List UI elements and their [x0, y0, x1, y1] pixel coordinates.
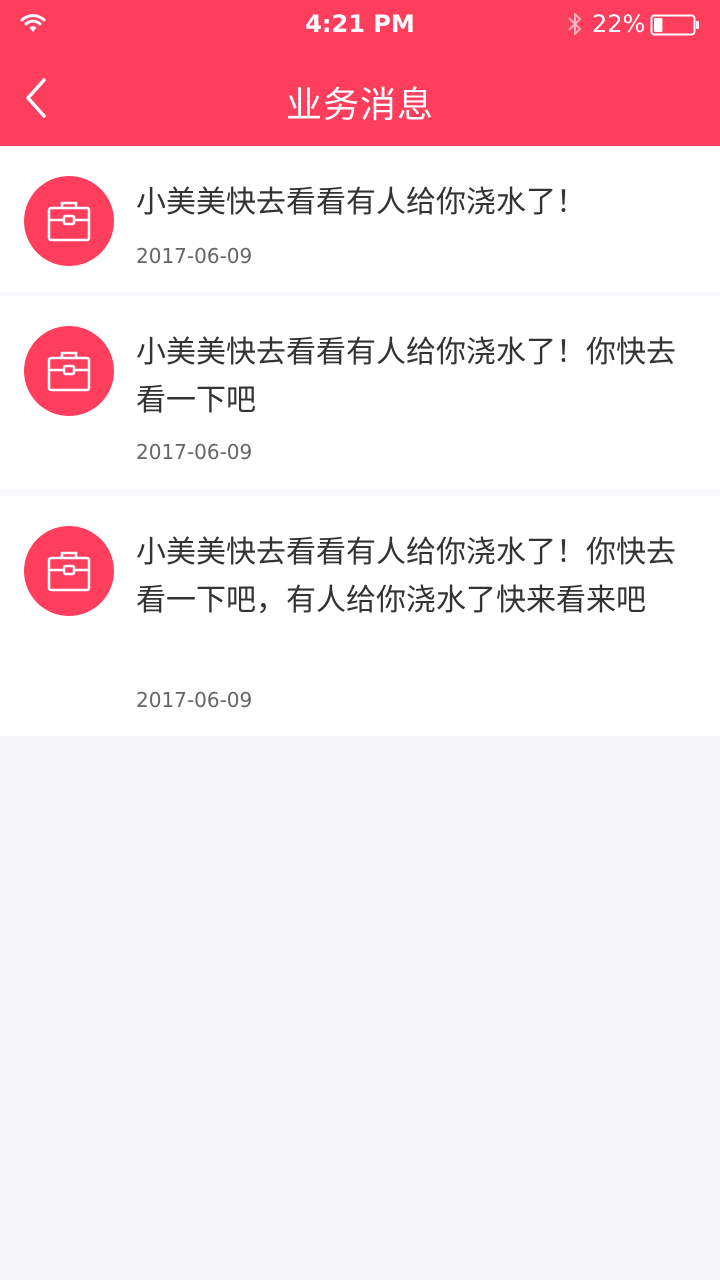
- message-avatar: [24, 326, 114, 416]
- message-date: 2017-06-09: [136, 244, 253, 268]
- briefcase-icon: [47, 551, 91, 592]
- battery-percent: 22%: [592, 10, 646, 38]
- briefcase-icon: [47, 201, 91, 242]
- message-date: 2017-06-09: [136, 688, 253, 712]
- header: 4:21 PM 22% 业务消息: [0, 0, 720, 146]
- list-item[interactable]: 小美美快去看看有人给你浇水了！ 2017-06-09: [0, 146, 720, 292]
- message-avatar: [24, 176, 114, 266]
- page-title: 业务消息: [285, 85, 434, 126]
- message-avatar: [24, 526, 114, 616]
- battery-icon: [650, 14, 700, 40]
- list-item[interactable]: 小美美快去看看有人给你浇水了！你快去看一下吧，有人给你浇水了快来看来吧 2017…: [0, 496, 720, 736]
- bluetooth-icon: [566, 11, 584, 41]
- nav-bar: 业务消息: [0, 48, 720, 146]
- message-text: 小美美快去看看有人给你浇水了！: [136, 185, 586, 220]
- message-text: 小美美快去看看有人给你浇水了！你快去看一下吧，有人给你浇水了快来看来吧: [136, 535, 676, 618]
- message-date: 2017-06-09: [136, 440, 253, 464]
- briefcase-icon: [47, 351, 91, 392]
- list-item[interactable]: 小美美快去看看有人给你浇水了！你快去看一下吧 2017-06-09: [0, 296, 720, 490]
- status-bar: 4:21 PM 22%: [0, 0, 720, 48]
- message-text: 小美美快去看看有人给你浇水了！你快去看一下吧: [136, 335, 676, 418]
